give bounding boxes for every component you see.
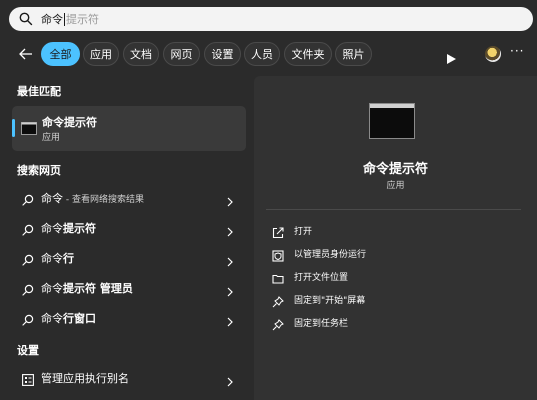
filter-chip-settings[interactable]: 设置: [204, 42, 241, 66]
search-input[interactable]: 命令 提示符: [9, 7, 533, 31]
web-result-text: 命令: [41, 222, 63, 235]
chevron-right-icon: [226, 252, 234, 267]
filter-chip-apps[interactable]: 应用: [83, 42, 119, 66]
action-pin-to-start[interactable]: 固定到"开始"屏幕: [272, 290, 365, 308]
app-list-icon: [22, 371, 34, 386]
best-match-heading: 最佳匹配: [17, 85, 61, 98]
app-type: 应用: [386, 181, 405, 191]
web-result-text: 命令: [41, 192, 63, 205]
filter-chip-people[interactable]: 人员: [244, 42, 280, 66]
filter-chip-web[interactable]: 网页: [163, 42, 200, 66]
action-label: 固定到任务栏: [294, 318, 349, 329]
more-options-icon[interactable]: ···: [510, 44, 524, 58]
app-details-panel: 命令提示符 应用 打开 以管理员身份运行 打开文件位置 固定到"开始"屏幕 固定…: [254, 76, 537, 400]
chevron-right-icon: [226, 312, 234, 327]
web-result-text-bold: 提示符: [63, 222, 96, 235]
action-label: 打开文件位置: [294, 272, 349, 283]
search-icon: [22, 251, 34, 266]
open-icon: [272, 224, 284, 239]
web-result-text: 命令: [41, 252, 63, 265]
chevron-right-icon: [226, 192, 234, 207]
command-prompt-icon: [369, 103, 415, 139]
search-autocomplete-suggestion: 提示符: [66, 13, 99, 26]
folder-icon: [272, 270, 284, 284]
web-result-subtext: - 查看网络搜索结果: [63, 195, 144, 205]
filter-chip-photos[interactable]: 照片: [335, 42, 372, 66]
results-list: 最佳匹配 命令提示符 应用 搜索网页 命令 - 查看网络搜索结果 命令提示符 命…: [0, 76, 252, 400]
web-result-row[interactable]: 命令行: [12, 243, 246, 271]
best-match-name: 命令提示符: [42, 116, 97, 129]
action-label: 打开: [294, 226, 313, 237]
pin-icon: [272, 293, 284, 308]
best-match-item[interactable]: 命令提示符 应用: [12, 106, 246, 151]
web-result-row[interactable]: 命令 - 查看网络搜索结果: [12, 183, 246, 211]
search-query-text: 命令: [41, 13, 63, 26]
action-label: 固定到"开始"屏幕: [294, 295, 366, 306]
filter-bar: 全部 应用 文档 网页 设置 人员 文件夹 照片 ···: [0, 42, 537, 66]
web-result-row[interactable]: 命令行窗口: [12, 303, 246, 331]
action-open[interactable]: 打开: [272, 221, 312, 239]
back-arrow-icon[interactable]: [18, 46, 34, 62]
divider: [266, 209, 521, 210]
selection-indicator: [12, 119, 15, 137]
chevron-right-icon: [226, 282, 234, 297]
web-result-text: 命令: [41, 312, 63, 325]
more-filters-play-icon[interactable]: [447, 49, 456, 68]
web-result-row[interactable]: 命令提示符: [12, 213, 246, 241]
chevron-right-icon: [226, 372, 234, 387]
action-open-file-location[interactable]: 打开文件位置: [272, 267, 348, 285]
shield-icon: [272, 247, 284, 262]
filter-chip-documents[interactable]: 文档: [123, 42, 159, 66]
search-icon: [22, 281, 34, 296]
chevron-right-icon: [226, 222, 234, 237]
action-label: 以管理员身份运行: [294, 249, 367, 260]
best-match-type: 应用: [42, 133, 61, 143]
web-result-text-bold: 行: [63, 252, 74, 265]
text-caret: [64, 12, 65, 26]
filter-chip-folders[interactable]: 文件夹: [284, 42, 332, 66]
command-prompt-icon: [21, 120, 37, 135]
action-pin-to-taskbar[interactable]: 固定到任务栏: [272, 313, 348, 331]
settings-result-row[interactable]: 管理应用执行别名: [12, 363, 246, 391]
filter-chip-all[interactable]: 全部: [41, 42, 80, 66]
web-result-row[interactable]: 命令提示符 管理员: [12, 273, 246, 301]
pin-icon: [272, 316, 284, 331]
search-icon: [19, 12, 33, 26]
search-icon: [22, 311, 34, 326]
search-icon: [22, 191, 34, 206]
app-title: 命令提示符: [362, 162, 428, 177]
settings-heading: 设置: [17, 344, 39, 357]
web-result-text-bold: 行窗口: [63, 312, 96, 325]
web-search-heading: 搜索网页: [17, 164, 61, 177]
settings-result-text: 管理应用执行别名: [41, 372, 129, 385]
web-result-text-bold: 提示符 管理员: [63, 282, 133, 295]
web-result-text: 命令: [41, 282, 63, 295]
avatar[interactable]: [485, 46, 501, 62]
search-icon: [22, 221, 34, 236]
action-run-as-admin[interactable]: 以管理员身份运行: [272, 244, 366, 262]
